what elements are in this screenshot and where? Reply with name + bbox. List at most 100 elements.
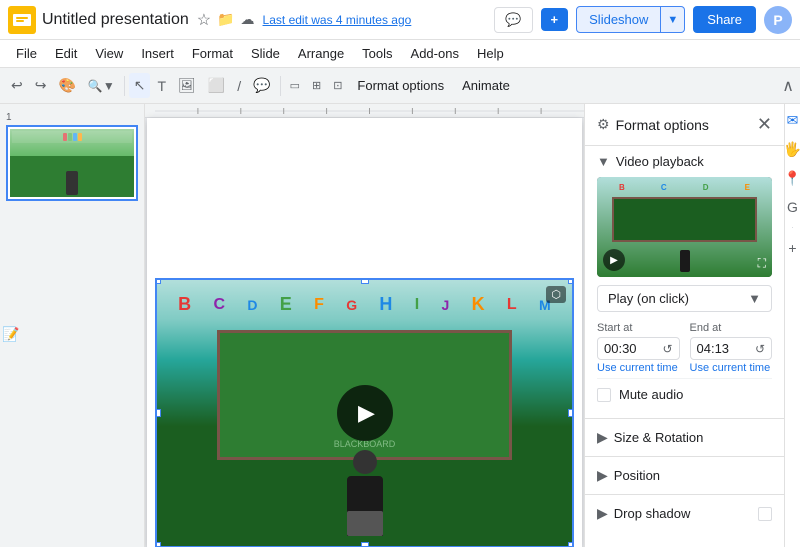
resize-handle-tr[interactable] bbox=[568, 278, 574, 284]
move-to-icon[interactable]: 📁 bbox=[217, 11, 234, 28]
toolbar-divider-1 bbox=[124, 76, 125, 96]
time-inputs-row: Start at ↺ Use current time End at ↺ Use… bbox=[597, 322, 772, 374]
animate-button[interactable]: Animate bbox=[454, 75, 518, 96]
menu-item-addons[interactable]: Add-ons bbox=[403, 44, 467, 63]
menu-item-view[interactable]: View bbox=[87, 44, 131, 63]
right-sidebar-icon-1[interactable]: ✉ bbox=[787, 112, 799, 129]
menu-item-format[interactable]: Format bbox=[184, 44, 241, 63]
menu-item-edit[interactable]: Edit bbox=[47, 44, 85, 63]
toolbar-image-button[interactable]: 🖼 bbox=[173, 73, 201, 98]
position-section[interactable]: ▶ Position bbox=[585, 456, 784, 494]
video-play-button[interactable]: ▶ bbox=[337, 385, 393, 441]
drop-shadow-checkbox[interactable] bbox=[758, 507, 772, 521]
format-options-icon: ⚙ bbox=[597, 116, 610, 133]
slideshow-arrow-button[interactable]: ▼ bbox=[661, 6, 685, 33]
slides-panel: 1 📝 bbox=[0, 104, 145, 547]
title-actions: ☆ 📁 ☁ bbox=[197, 10, 255, 30]
slideshow-button[interactable]: Slideshow bbox=[576, 6, 661, 33]
dropdown-arrow-icon: ▼ bbox=[748, 291, 761, 306]
avatar[interactable]: P bbox=[764, 6, 792, 34]
format-panel: ⚙ Format options ✕ ▼ Video playback B C … bbox=[584, 104, 784, 547]
position-expand-icon: ▶ bbox=[597, 467, 608, 484]
resize-handle-tc[interactable] bbox=[361, 278, 369, 284]
video-playback-section-header[interactable]: ▼ Video playback bbox=[597, 154, 772, 169]
format-panel-header: ⚙ Format options ✕ bbox=[585, 104, 784, 146]
plus-icon: + bbox=[551, 12, 559, 27]
toolbar-shape-button[interactable]: ⬜ bbox=[203, 73, 230, 98]
video-preview-thumbnail[interactable]: B C D E ▶ ⛶ bbox=[597, 177, 772, 277]
format-options-button[interactable]: Format options bbox=[349, 75, 452, 96]
right-sidebar-icon-3[interactable]: 📍 bbox=[784, 170, 800, 187]
toolbar-paint-button[interactable]: 🎨 bbox=[53, 73, 80, 98]
last-edit-text[interactable]: Last edit was 4 minutes ago bbox=[263, 13, 412, 27]
collapse-icon: ▼ bbox=[597, 154, 610, 169]
slide-canvas: B C D E F G H I J K L M bbox=[147, 118, 582, 547]
mute-audio-row: Mute audio bbox=[597, 378, 772, 410]
resize-handle-tl[interactable] bbox=[155, 278, 161, 284]
add-button[interactable]: + bbox=[541, 8, 569, 31]
menu-item-slide[interactable]: Slide bbox=[243, 44, 288, 63]
menu-item-help[interactable]: Help bbox=[469, 44, 512, 63]
toolbar-line-button[interactable]: / bbox=[232, 74, 246, 98]
end-use-current-time[interactable]: Use current time bbox=[690, 362, 773, 374]
resize-handle-ml[interactable] bbox=[155, 409, 161, 417]
toolbar-layout-button[interactable]: ⊞ bbox=[307, 75, 326, 96]
end-at-field: End at ↺ Use current time bbox=[690, 322, 773, 374]
start-at-input[interactable] bbox=[604, 341, 658, 356]
resize-handle-mr[interactable] bbox=[568, 409, 574, 417]
start-use-current-time[interactable]: Use current time bbox=[597, 362, 680, 374]
end-at-input-wrapper: ↺ bbox=[690, 337, 773, 360]
comments-button[interactable]: 💬 bbox=[494, 7, 532, 33]
right-sidebar-icon-2[interactable]: 🖐 bbox=[784, 141, 800, 158]
mute-audio-checkbox[interactable] bbox=[597, 388, 611, 402]
left-panel-icon[interactable]: 📝 bbox=[2, 326, 19, 343]
toolbar-theme-button[interactable]: ⊡ bbox=[328, 75, 347, 96]
preview-play-button[interactable]: ▶ bbox=[603, 249, 625, 271]
format-panel-close-button[interactable]: ✕ bbox=[757, 114, 772, 135]
cloud-icon[interactable]: ☁ bbox=[241, 11, 255, 28]
slideshow-btn-group: Slideshow ▼ bbox=[576, 6, 685, 33]
right-sidebar-icon-4[interactable]: G bbox=[787, 199, 798, 215]
toolbar-cursor-button[interactable]: ↖ bbox=[129, 73, 151, 98]
size-rotation-section[interactable]: ▶ Size & Rotation bbox=[585, 418, 784, 456]
toolbar: ↩ ↪ 🎨 🔍▼ ↖ T 🖼 ⬜ / 💬 ▭ ⊞ ⊡ Format option… bbox=[0, 68, 800, 104]
drop-shadow-expand-icon: ▶ bbox=[597, 505, 608, 522]
external-link-icon[interactable]: ⬡ bbox=[546, 286, 566, 303]
end-at-refresh-icon[interactable]: ↺ bbox=[755, 342, 765, 356]
title-bar: Untitled presentation ☆ 📁 ☁ Last edit wa… bbox=[0, 0, 800, 40]
toolbar-collapse-button[interactable]: ∧ bbox=[782, 76, 794, 96]
video-preview-section: ▼ Video playback B C D E ▶ ⛶ bbox=[585, 146, 784, 418]
toolbar-zoom-button[interactable]: 🔍▼ bbox=[83, 75, 120, 97]
menu-item-insert[interactable]: Insert bbox=[133, 44, 182, 63]
toolbar-right-actions: 💬 + Slideshow ▼ Share P bbox=[494, 6, 792, 34]
menu-item-file[interactable]: File bbox=[8, 44, 45, 63]
slide-number-label: 1 bbox=[6, 112, 138, 123]
preview-fullscreen-icon[interactable]: ⛶ bbox=[758, 256, 766, 271]
size-rotation-expand-icon: ▶ bbox=[597, 429, 608, 446]
slides-logo-icon bbox=[8, 6, 36, 34]
toolbar-bg-button[interactable]: ▭ bbox=[285, 75, 305, 96]
presentation-title[interactable]: Untitled presentation bbox=[42, 11, 189, 29]
menu-item-arrange[interactable]: Arrange bbox=[290, 44, 352, 63]
toolbar-right-group: ∧ bbox=[782, 76, 794, 96]
resize-handle-bc[interactable] bbox=[361, 542, 369, 547]
slide-video[interactable]: B C D E F G H I J K L M bbox=[155, 278, 574, 547]
start-at-refresh-icon[interactable]: ↺ bbox=[662, 342, 672, 356]
toolbar-redo-button[interactable]: ↪ bbox=[30, 73, 52, 98]
toolbar-comment-button[interactable]: 💬 bbox=[248, 73, 275, 98]
slide-thumbnail[interactable] bbox=[6, 125, 138, 201]
star-icon[interactable]: ☆ bbox=[197, 10, 211, 30]
resize-handle-br[interactable] bbox=[568, 542, 574, 547]
end-at-input[interactable] bbox=[697, 341, 751, 356]
right-sidebar-icon-5[interactable]: + bbox=[788, 240, 796, 256]
ruler-horizontal bbox=[145, 104, 584, 118]
resize-handle-bl[interactable] bbox=[155, 542, 161, 547]
menu-item-tools[interactable]: Tools bbox=[354, 44, 400, 63]
drop-shadow-section[interactable]: ▶ Drop shadow bbox=[585, 494, 784, 532]
toolbar-undo-button[interactable]: ↩ bbox=[6, 73, 28, 98]
canvas-area: B C D E F G H I J K L M bbox=[145, 104, 584, 547]
share-button[interactable]: Share bbox=[693, 6, 756, 33]
menu-bar: File Edit View Insert Format Slide Arran… bbox=[0, 40, 800, 68]
play-on-click-dropdown[interactable]: Play (on click) ▼ bbox=[597, 285, 772, 312]
toolbar-text-button[interactable]: T bbox=[152, 74, 171, 98]
